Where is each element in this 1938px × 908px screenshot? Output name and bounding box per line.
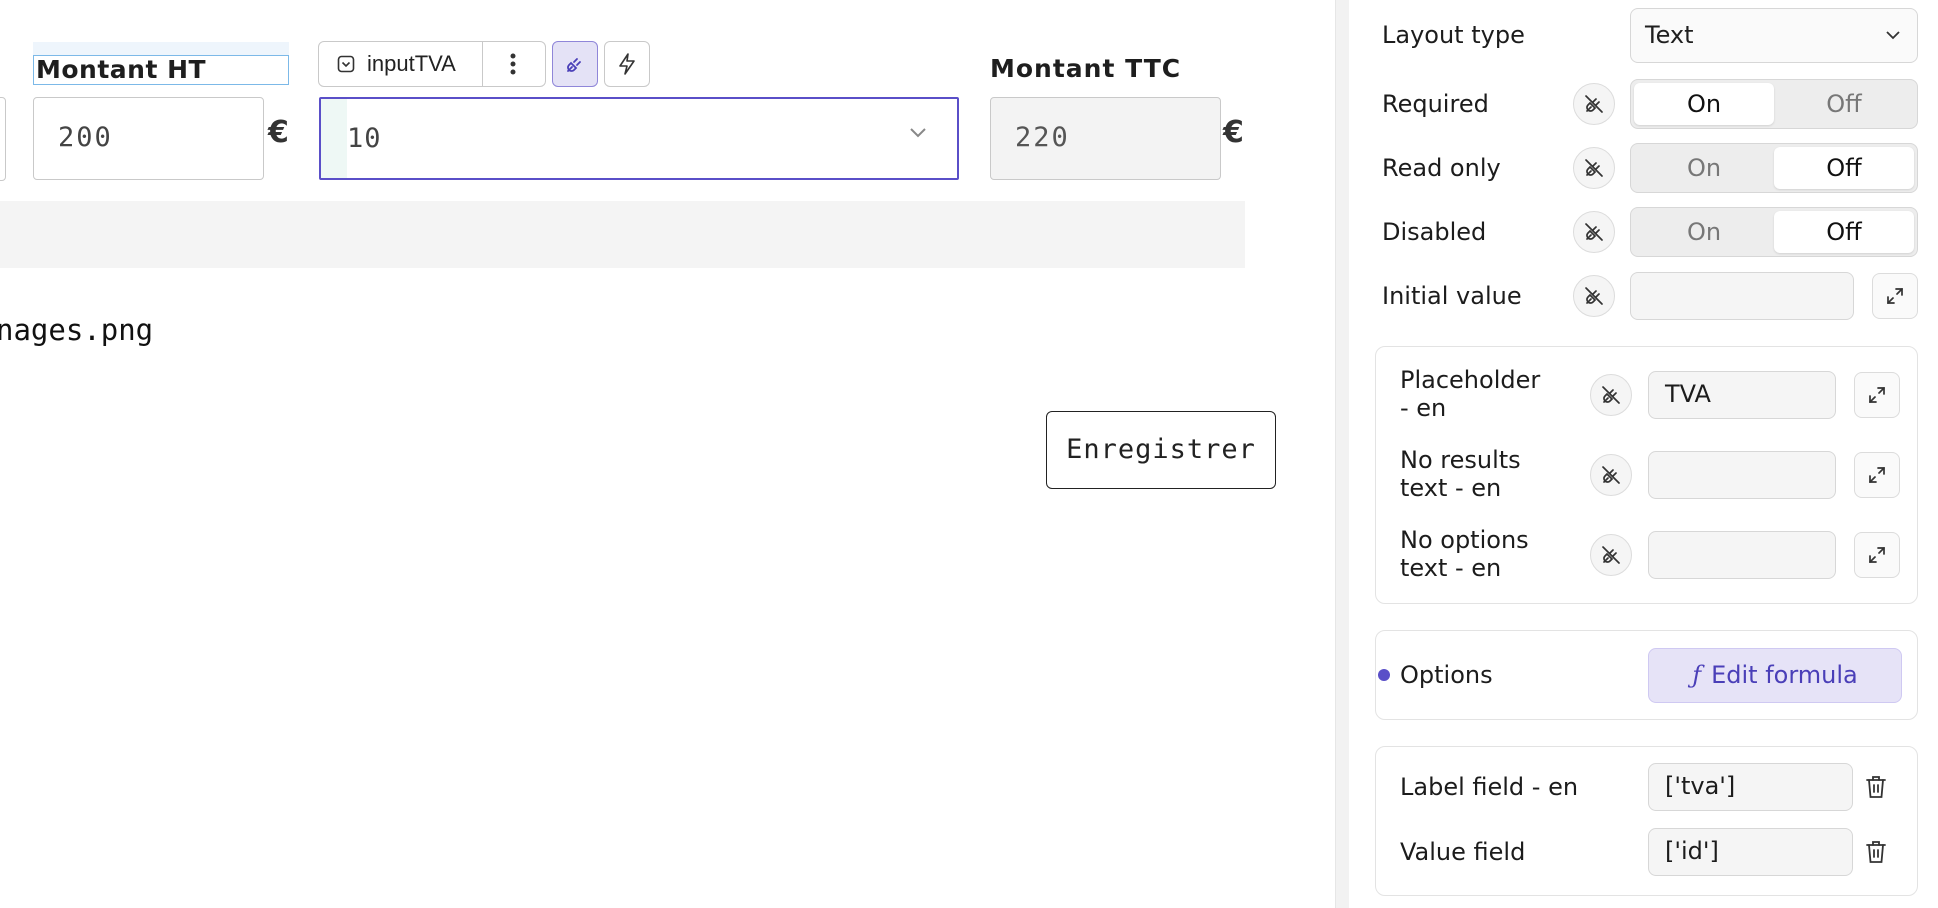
euro-symbol-ttc: € <box>1223 115 1244 150</box>
read-only-on[interactable]: On <box>1634 147 1774 189</box>
trash-icon[interactable] <box>1862 836 1890 868</box>
component-name-chip[interactable]: inputTVA <box>318 41 546 87</box>
montant-ht-label[interactable]: Montant HT <box>33 55 289 85</box>
more-options-icon[interactable] <box>495 52 531 76</box>
label-field-input[interactable]: ['tva'] <box>1648 763 1853 811</box>
montant-ht-input[interactable]: 200 <box>33 97 264 180</box>
value-field-input[interactable]: ['id'] <box>1648 828 1853 876</box>
plug-icon[interactable] <box>1573 83 1615 125</box>
plug-icon[interactable] <box>1573 275 1615 317</box>
component-toolbar: inputTVA <box>318 40 650 88</box>
plug-icon[interactable] <box>1573 147 1615 189</box>
save-button[interactable]: Enregistrer <box>1046 411 1276 489</box>
edit-formula-label: Edit formula <box>1711 661 1858 689</box>
tva-select-value: 10 <box>347 123 382 154</box>
panel-resize-handle[interactable] <box>1335 0 1350 908</box>
read-only-label: Read only <box>1382 154 1501 182</box>
layout-type-select[interactable]: Text <box>1630 8 1918 63</box>
chevron-down-icon <box>910 128 926 138</box>
label-field-label: Label field - en <box>1400 773 1579 801</box>
disabled-off[interactable]: Off <box>1774 211 1914 253</box>
layout-type-label: Layout type <box>1382 21 1525 49</box>
placeholder-input[interactable]: TVA <box>1648 371 1836 419</box>
partial-input-left[interactable] <box>0 97 6 181</box>
no-results-label: No results text - en <box>1400 446 1521 502</box>
required-label: Required <box>1382 90 1489 118</box>
read-only-toggle[interactable]: On Off <box>1630 143 1918 193</box>
no-options-input[interactable] <box>1648 531 1836 579</box>
montant-ttc-input: 220 <box>990 97 1221 180</box>
required-toggle[interactable]: On Off <box>1630 79 1918 129</box>
bind-data-button[interactable] <box>551 41 598 87</box>
plug-icon <box>566 58 581 72</box>
lightning-icon <box>619 53 635 75</box>
expand-icon[interactable] <box>1854 452 1900 498</box>
initial-value-input[interactable] <box>1630 272 1854 320</box>
plug-icon[interactable] <box>1590 534 1632 576</box>
expand-icon[interactable] <box>1854 372 1900 418</box>
editor-canvas: Montant HT 200 € inputTVA 10 Montant TTC… <box>0 0 1335 908</box>
file-name-text: nages.png <box>0 313 154 347</box>
section-band <box>0 201 1245 268</box>
layout-type-value: Text <box>1645 21 1694 49</box>
read-only-off[interactable]: Off <box>1774 147 1914 189</box>
plug-icon[interactable] <box>1590 454 1632 496</box>
options-label: Options <box>1400 661 1493 689</box>
expand-icon[interactable] <box>1854 532 1900 578</box>
chevron-down-icon <box>1886 31 1900 40</box>
plug-icon[interactable] <box>1590 374 1632 416</box>
plug-icon[interactable] <box>1573 211 1615 253</box>
expand-icon[interactable] <box>1872 273 1918 319</box>
trash-icon[interactable] <box>1862 771 1890 803</box>
value-field-label: Value field <box>1400 838 1526 866</box>
required-on[interactable]: On <box>1634 83 1774 125</box>
disabled-label: Disabled <box>1382 218 1487 246</box>
required-off[interactable]: Off <box>1774 83 1914 125</box>
bound-indicator-dot <box>1378 669 1390 681</box>
formula-icon: ƒ <box>1692 661 1702 689</box>
no-options-label: No options text - en <box>1400 526 1529 582</box>
disabled-toggle[interactable]: On Off <box>1630 207 1918 257</box>
dropdown-component-icon <box>337 55 355 73</box>
component-name: inputTVA <box>367 51 456 76</box>
disabled-on[interactable]: On <box>1634 211 1774 253</box>
euro-symbol-ht: € <box>268 115 289 150</box>
workflow-button[interactable] <box>603 41 650 87</box>
edit-formula-button[interactable]: ƒ Edit formula <box>1648 648 1902 703</box>
montant-ttc-label: Montant TTC <box>990 54 1182 83</box>
label-selection-highlight <box>33 42 289 56</box>
no-results-input[interactable] <box>1648 451 1836 499</box>
tva-select[interactable]: 10 <box>319 97 959 180</box>
placeholder-label: Placeholder - en <box>1400 366 1541 422</box>
initial-value-label: Initial value <box>1382 282 1522 310</box>
